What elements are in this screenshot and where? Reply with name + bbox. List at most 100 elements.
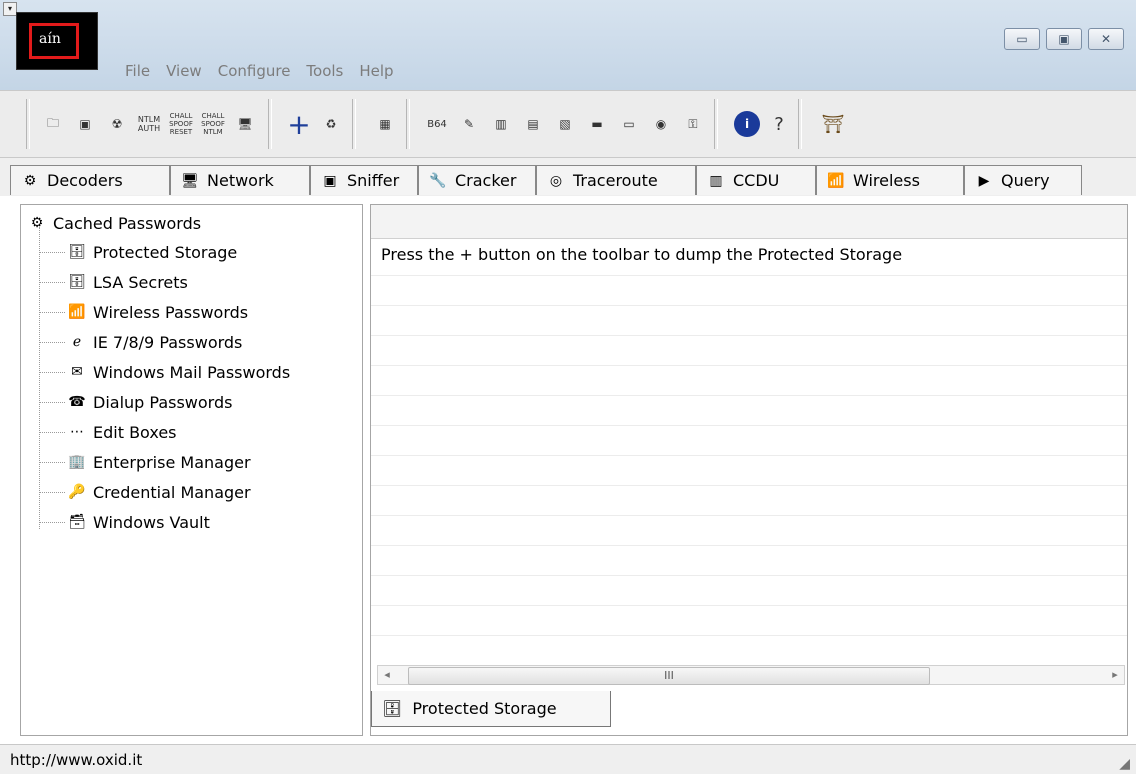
radioactive-icon[interactable]: ☢ — [104, 111, 130, 137]
tree-connector — [39, 402, 65, 404]
tree-item-lsa-secrets[interactable]: 🗄 LSA Secrets — [67, 270, 188, 294]
status-bar: http://www.oxid.it ◢ — [0, 744, 1136, 774]
toolbar-separator — [268, 99, 272, 149]
tab-decoders[interactable]: ⚙ Decoders — [10, 165, 170, 195]
hash-icon[interactable]: ✎ — [456, 111, 482, 137]
resize-grip-icon[interactable]: ◢ — [1119, 756, 1130, 772]
window-controls: ▭ ▣ ✕ — [1004, 28, 1124, 50]
menu-file[interactable]: File — [125, 62, 150, 80]
scroll-thumb[interactable]: III — [408, 667, 930, 685]
sniffer-toolbar-icon[interactable]: ▣ — [72, 111, 98, 137]
tree-connector — [39, 342, 65, 344]
menu-help[interactable]: Help — [359, 62, 393, 80]
row-divider — [371, 545, 1127, 546]
tab-traceroute[interactable]: ◎ Traceroute — [536, 165, 696, 195]
status-url: http://www.oxid.it — [10, 750, 143, 769]
tree-item-label: Edit Boxes — [93, 422, 177, 442]
ccdu-icon: ▥ — [709, 172, 723, 189]
tab-label: Wireless — [853, 171, 920, 190]
vpn-icon[interactable]: ▤ — [520, 111, 546, 137]
cracker-icon: 🔧 — [429, 172, 447, 189]
tree-connector — [39, 282, 65, 284]
tree-item-windows-mail-passwords[interactable]: ✉ Windows Mail Passwords — [67, 360, 290, 384]
scroll-right-icon[interactable]: ▸ — [1106, 666, 1124, 684]
tree-connector — [39, 252, 65, 254]
tab-cracker[interactable]: 🔧 Cracker — [418, 165, 536, 195]
tree-root-cached-passwords[interactable]: ⚙ Cached Passwords — [27, 211, 201, 235]
chall-spoof-reset-icon[interactable]: CHALL SPOOF RESET — [168, 111, 194, 137]
tree-item-label: Dialup Passwords — [93, 392, 233, 412]
toolbar: 🗀 ▣ ☢ NTLM AUTH CHALL SPOOF RESET CHALL … — [0, 90, 1136, 158]
tree-connector — [39, 462, 65, 464]
scroll-left-icon[interactable]: ◂ — [378, 666, 396, 684]
windows-vault-icon: 🗃 — [68, 514, 86, 530]
menu-configure[interactable]: Configure — [218, 62, 291, 80]
tab-network[interactable]: 🖥 Network — [170, 165, 310, 195]
tree-connector — [39, 522, 65, 524]
network-map-icon[interactable]: ▦ — [372, 111, 398, 137]
tab-wireless[interactable]: 📶 Wireless — [816, 165, 964, 195]
title-bar: ▾ aín File View Configure Tools Help ▭ ▣… — [0, 0, 1136, 90]
edit-boxes-icon: ⋯ — [70, 424, 84, 440]
tree-item-label: IE 7/8/9 Passwords — [93, 332, 243, 352]
menu-view[interactable]: View — [166, 62, 202, 80]
tree-item-label: LSA Secrets — [93, 272, 188, 292]
base64-icon[interactable]: B64 — [424, 111, 450, 137]
help-icon[interactable]: ? — [766, 111, 792, 137]
add-icon[interactable]: + — [286, 108, 312, 141]
tree-item-label: Credential Manager — [93, 482, 251, 502]
info-icon[interactable]: i — [734, 111, 760, 137]
ccdu-toolbar-icon[interactable]: ▥ — [488, 111, 514, 137]
row-divider — [371, 425, 1127, 426]
tree-item-credential-manager[interactable]: 🔑 Credential Manager — [67, 480, 251, 504]
tab-query[interactable]: ▶ Query — [964, 165, 1082, 195]
rdp-icon[interactable]: ▧ — [552, 111, 578, 137]
tree-item-ie-passwords[interactable]: ℯ IE 7/8/9 Passwords — [67, 330, 243, 354]
horizontal-scrollbar[interactable]: ◂ III ▸ — [377, 665, 1125, 685]
restore-button[interactable]: ▣ — [1046, 28, 1082, 50]
tree-item-dialup-passwords[interactable]: ☎ Dialup Passwords — [67, 390, 232, 414]
tree-item-windows-vault[interactable]: 🗃 Windows Vault — [67, 510, 210, 534]
tab-label: Sniffer — [347, 171, 400, 190]
wireless-icon: 📶 — [827, 172, 845, 189]
list-header — [371, 205, 1127, 239]
tree-item-wireless-passwords[interactable]: 📶 Wireless Passwords — [67, 300, 248, 324]
row-divider — [371, 335, 1127, 336]
menu-tools[interactable]: Tools — [306, 62, 343, 80]
credential-manager-icon: 🔑 — [68, 484, 86, 500]
key-icon[interactable]: ⚿ — [680, 111, 706, 137]
tab-label: Decoders — [47, 171, 123, 190]
ntlm-auth-icon[interactable]: NTLM AUTH — [136, 111, 162, 137]
tab-label: CCDU — [733, 171, 780, 190]
tree-connector — [39, 312, 65, 314]
protected-storage-tab[interactable]: 🗄 Protected Storage — [371, 691, 611, 727]
tab-sniffer[interactable]: ▣ Sniffer — [310, 165, 418, 195]
system-menu-icon[interactable]: ▾ — [3, 2, 17, 16]
tree-item-protected-storage[interactable]: 🗄 Protected Storage — [67, 240, 237, 264]
card-icon[interactable]: ▬ — [584, 111, 610, 137]
menu-bar: File View Configure Tools Help — [125, 62, 394, 80]
network-globe-icon[interactable]: ◉ — [648, 111, 674, 137]
row-divider — [371, 365, 1127, 366]
chall-spoof-ntlm-icon[interactable]: CHALL SPOOF NTLM — [200, 111, 226, 137]
row-divider — [371, 395, 1127, 396]
exit-icon[interactable]: ⛩ — [820, 111, 846, 137]
tree-connector — [39, 432, 65, 434]
monitor-icon[interactable]: 🖥 — [232, 111, 258, 137]
close-button[interactable]: ✕ — [1088, 28, 1124, 50]
tab-label: Cracker — [455, 171, 517, 190]
tree-item-enterprise-manager[interactable]: 🏢 Enterprise Manager — [67, 450, 250, 474]
row-divider — [371, 305, 1127, 306]
folder-icon[interactable]: 🗀 — [40, 111, 66, 137]
tree-item-edit-boxes[interactable]: ⋯ Edit Boxes — [67, 420, 177, 444]
panel-message: Press the + button on the toolbar to dum… — [381, 245, 903, 264]
protected-storage-tab-label: Protected Storage — [412, 699, 557, 718]
tab-ccdu[interactable]: ▥ CCDU — [696, 165, 816, 195]
sniffer-icon: ▣ — [323, 172, 337, 189]
toolbar-separator — [352, 99, 356, 149]
windows-mail-icon: ✉ — [71, 364, 83, 380]
minimize-button[interactable]: ▭ — [1004, 28, 1040, 50]
tree-panel[interactable]: ⚙ Cached Passwords 🗄 Protected Storage 🗄… — [20, 204, 363, 736]
red-window-icon[interactable]: ▭ — [616, 111, 642, 137]
recycle-icon[interactable]: ♻ — [318, 111, 344, 137]
